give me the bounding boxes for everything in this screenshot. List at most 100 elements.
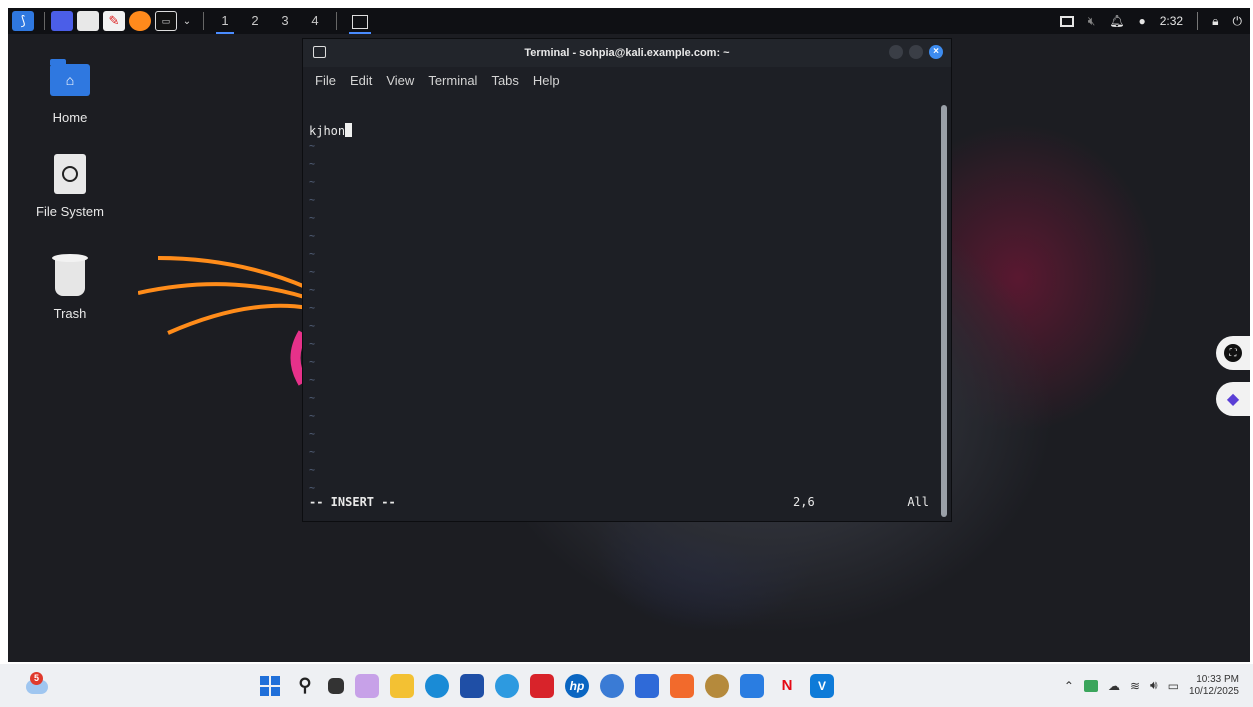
empty-line-marker: ~ — [309, 141, 316, 152]
tray-cloud-icon[interactable]: ☁ — [1108, 679, 1120, 693]
taskbar-terminal-window[interactable] — [343, 8, 377, 34]
app-icon-photos[interactable] — [740, 673, 764, 698]
windows-system-tray: ⌃ ☁ ≋ 🔊︎ ▭ 10:33 PM 10/12/2025 — [1064, 664, 1239, 707]
empty-line-marker: ~ — [309, 429, 316, 440]
panel-separator — [1197, 12, 1199, 30]
menu-edit[interactable]: Edit — [350, 73, 372, 88]
task-view-icon[interactable] — [328, 677, 344, 694]
hp-icon[interactable]: hp — [565, 673, 589, 698]
close-button[interactable]: × — [929, 45, 943, 59]
terminal-title: Terminal - sohpia@kali.example.com: ~ — [524, 47, 730, 59]
copilot-icon[interactable] — [355, 673, 379, 698]
panel-clock[interactable]: 2:32 — [1160, 14, 1183, 28]
terminal-text-area[interactable]: kjhon ~ ~ ~ ~ ~ ~ ~ ~ ~ ~ ~ ~ ~ ~ ~ ~ ~ … — [303, 93, 935, 521]
workspace-2[interactable]: 2 — [240, 8, 270, 34]
empty-line-marker: ~ — [309, 267, 316, 278]
wifi-icon[interactable]: ≋ — [1130, 679, 1140, 693]
vmware-icon[interactable]: V — [810, 673, 834, 698]
firefox-icon[interactable] — [129, 11, 151, 31]
mcafee-icon[interactable] — [530, 673, 554, 698]
desktop-icon-home[interactable]: ⌂ Home — [20, 59, 120, 125]
app-icon-gear[interactable] — [705, 673, 729, 698]
vim-status-line: -- INSERT -- 2,6 All — [309, 495, 929, 511]
app-icon-chat[interactable] — [635, 673, 659, 698]
empty-line-marker: ~ — [309, 321, 316, 332]
vm-display: ⟆ ✎ ▭ ⌄ 1 2 3 4 🔇︎ 🔔︎ ● 2:32 🔒︎ ⏻ ⌂ Home… — [8, 8, 1250, 662]
power-status-icon[interactable]: ● — [1139, 14, 1146, 28]
kali-menu-icon[interactable]: ⟆ — [12, 11, 34, 31]
cursor-position: 2,6 — [793, 495, 815, 509]
menu-view[interactable]: View — [386, 73, 414, 88]
menu-file[interactable]: File — [315, 73, 336, 88]
weather-widget[interactable]: 5 — [24, 672, 50, 698]
terminal-title-bar[interactable]: Terminal - sohpia@kali.example.com: ~ × — [303, 39, 951, 67]
panel-separator — [203, 12, 204, 30]
workspace-3[interactable]: 3 — [270, 8, 300, 34]
windows-clock[interactable]: 10:33 PM 10/12/2025 — [1189, 674, 1239, 698]
desktop-icon-file-system[interactable]: File System — [20, 154, 120, 219]
empty-line-marker: ~ — [309, 393, 316, 404]
notification-bell-icon[interactable]: 🔔︎ — [1109, 14, 1124, 28]
clock-time: 10:33 PM — [1196, 673, 1239, 685]
terminal-window[interactable]: Terminal - sohpia@kali.example.com: ~ × … — [302, 38, 952, 522]
text-editor-icon[interactable]: ✎ — [103, 11, 125, 31]
app-icon-orange[interactable] — [670, 673, 694, 698]
tips-icon[interactable] — [495, 673, 519, 698]
store-icon[interactable] — [460, 673, 484, 698]
fullscreen-button[interactable]: ⛶ — [1216, 336, 1250, 370]
empty-line-marker: ~ — [309, 375, 316, 386]
empty-line-marker: ~ — [309, 285, 316, 296]
empty-line-marker: ~ — [309, 357, 316, 368]
maximize-button[interactable] — [909, 45, 923, 59]
menu-tabs[interactable]: Tabs — [491, 73, 518, 88]
file-explorer-icon[interactable] — [390, 673, 414, 698]
chevron-up-icon[interactable]: ⌃ — [1064, 679, 1074, 693]
kali-top-panel: ⟆ ✎ ▭ ⌄ 1 2 3 4 🔇︎ 🔔︎ ● 2:32 🔒︎ ⏻ — [8, 8, 1250, 34]
terminal-launcher-icon[interactable]: ▭ — [155, 11, 177, 31]
volume-icon[interactable]: 🔊︎ — [1150, 678, 1158, 693]
empty-line-marker: ~ — [309, 177, 316, 188]
clock-date: 10/12/2025 — [1188, 685, 1239, 697]
netflix-icon[interactable]: N — [775, 674, 799, 698]
tray-app-icon[interactable] — [1083, 679, 1098, 692]
windows-start-icon[interactable] — [258, 674, 282, 698]
scroll-indicator: All — [907, 495, 929, 509]
battery-icon[interactable]: ▭ — [1168, 679, 1179, 693]
app-icon-blue[interactable] — [600, 673, 624, 698]
search-icon[interactable]: ⚲ — [293, 674, 317, 698]
weather-badge: 5 — [30, 672, 43, 685]
desktop-icon-trash[interactable]: Trash — [20, 254, 120, 321]
workspace-4[interactable]: 4 — [300, 8, 330, 34]
minimize-button[interactable] — [889, 45, 903, 59]
terminal-icon — [352, 14, 368, 29]
fullscreen-icon: ⛶ — [1224, 344, 1242, 362]
display-icon[interactable] — [1059, 15, 1074, 27]
empty-line-marker: ~ — [309, 339, 316, 350]
empty-line-marker: ~ — [309, 411, 316, 422]
file-manager-icon[interactable] — [77, 11, 99, 31]
menu-terminal[interactable]: Terminal — [428, 73, 477, 88]
empty-line-marker: ~ — [309, 231, 316, 242]
empty-line-marker: ~ — [309, 303, 316, 314]
lock-icon[interactable]: 🔒︎ — [1212, 14, 1218, 29]
empty-line-marker: ~ — [309, 159, 316, 170]
menu-help[interactable]: Help — [533, 73, 560, 88]
buffer-line: kjhon — [309, 123, 353, 138]
empty-line-marker: ~ — [309, 483, 316, 494]
empty-line-marker: ~ — [309, 447, 316, 458]
desktop-icon-label: Home — [52, 110, 88, 125]
volume-muted-icon[interactable]: 🔇︎ — [1088, 14, 1096, 29]
terminal-scrollbar[interactable] — [941, 105, 947, 517]
empty-line-marker: ~ — [309, 249, 316, 260]
logout-icon[interactable]: ⏻ — [1233, 14, 1243, 29]
edge-icon[interactable] — [425, 673, 449, 698]
assistant-button[interactable]: ◆ — [1216, 382, 1250, 416]
windows-taskbar: 5 ⚲ hp N V ⌃ ☁ ≋ 🔊︎ ▭ 10:33 PM 10/12/202… — [0, 664, 1253, 707]
desktop-icon-label: File System — [36, 204, 104, 219]
assistant-icon: ◆ — [1226, 391, 1240, 408]
taskbar-apps: ⚲ hp N V — [258, 664, 834, 707]
show-desktop-icon[interactable] — [51, 11, 73, 31]
workspace-1[interactable]: 1 — [210, 8, 240, 34]
empty-line-marker: ~ — [309, 195, 316, 206]
chevron-down-icon[interactable]: ⌄ — [181, 11, 193, 31]
